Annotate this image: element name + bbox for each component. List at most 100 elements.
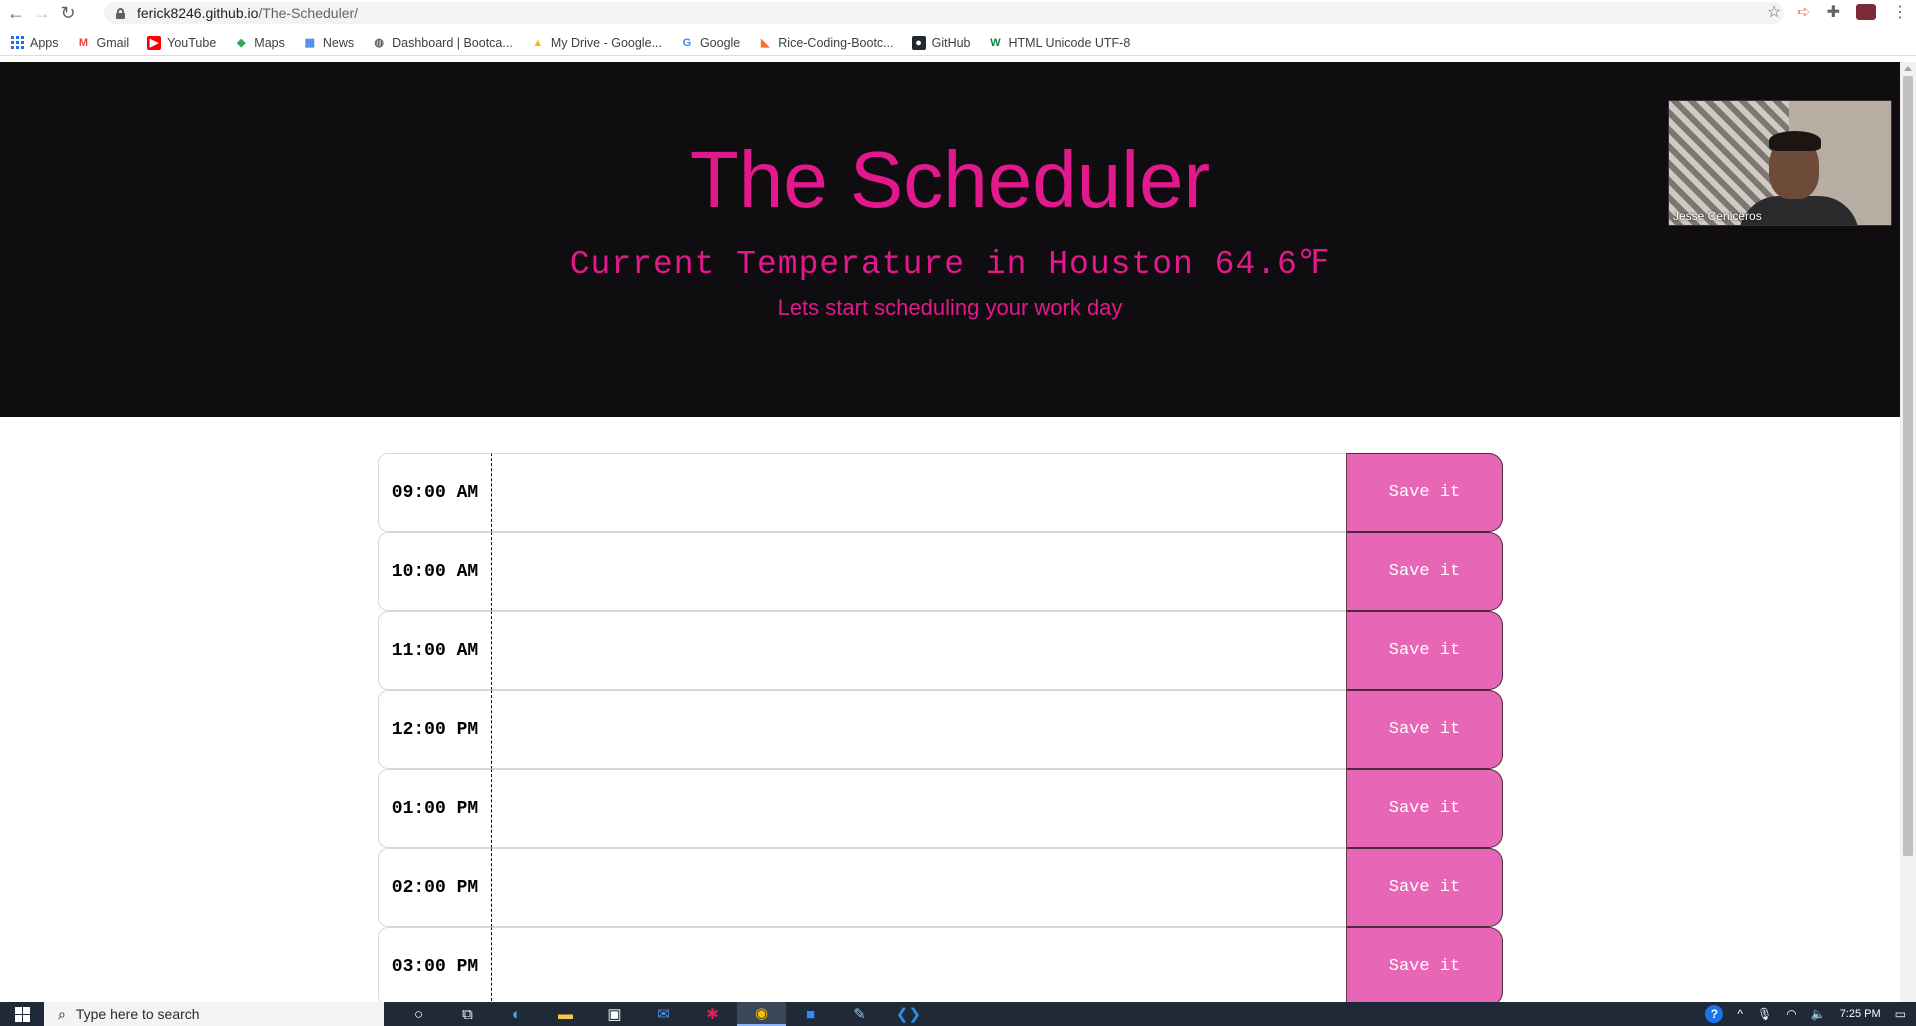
google-icon: G: [682, 36, 692, 49]
save-button[interactable]: Save it: [1346, 453, 1503, 532]
menu-kebab-icon[interactable]: ⋮: [1892, 2, 1908, 22]
slack-icon[interactable]: ✱: [688, 1002, 737, 1026]
store-icon[interactable]: ▣: [590, 1002, 639, 1026]
bookmark-label: YouTube: [167, 35, 217, 50]
time-block-row: 11:00 AM Save it: [378, 611, 1503, 690]
description-textarea[interactable]: [492, 611, 1346, 690]
temperature-readout: Current Temperature in Houston 64.6℉: [569, 246, 1331, 283]
description-textarea[interactable]: [492, 927, 1346, 1002]
volume-icon[interactable]: 🔈: [1811, 1007, 1826, 1021]
hour-label: 12:00 PM: [378, 690, 492, 769]
bookmark-label: Dashboard | Bootca...: [392, 35, 513, 50]
save-button[interactable]: Save it: [1346, 611, 1503, 690]
save-button[interactable]: Save it: [1346, 532, 1503, 611]
page-title: The Scheduler: [689, 135, 1211, 224]
description-textarea[interactable]: [492, 769, 1346, 848]
scroll-thumb[interactable]: [1903, 76, 1913, 856]
bookmark-html-unicode[interactable]: W HTML Unicode UTF-8: [989, 35, 1131, 50]
bookmark-label: HTML Unicode UTF-8: [1008, 35, 1131, 50]
reload-icon[interactable]: ↻: [58, 3, 78, 23]
lock-icon[interactable]: [116, 7, 125, 19]
back-icon[interactable]: ←: [6, 3, 26, 23]
cortana-icon[interactable]: ○: [394, 1002, 443, 1026]
time-block-row: 12:00 PM Save it: [378, 690, 1503, 769]
bookmark-rice-coding[interactable]: ◣ Rice-Coding-Bootc...: [758, 35, 894, 50]
bookmark-dashboard[interactable]: ◍ Dashboard | Bootca...: [372, 36, 513, 50]
description-textarea[interactable]: [492, 848, 1346, 927]
maps-icon: ◆: [237, 37, 246, 49]
bookmarks-bar: Apps M Gmail ▶ YouTube ◆ Maps ▦ News ◍ D…: [0, 30, 1916, 56]
system-tray: ? ^ 🎙 ◠ 🔈 7:25 PM ▭: [1705, 1002, 1916, 1026]
search-icon: ⌕: [58, 1005, 66, 1022]
page-viewport: The Scheduler Current Temperature in Hou…: [0, 62, 1900, 1002]
taskbar-search-box[interactable]: ⌕ Type here to search: [44, 1002, 384, 1026]
address-bar[interactable]: ferick8246.github.io/The-Scheduler/: [104, 2, 1784, 24]
hour-label: 02:00 PM: [378, 848, 492, 927]
video-call-thumbnail[interactable]: Jesse Ceniceros: [1668, 100, 1892, 226]
file-explorer-icon[interactable]: ▬: [541, 1002, 590, 1026]
youtube-icon: ▶: [147, 35, 162, 50]
start-button[interactable]: [0, 1002, 44, 1026]
description-textarea[interactable]: [492, 690, 1346, 769]
participant-name: Jesse Ceniceros: [1673, 209, 1762, 223]
bookmark-label: Apps: [30, 35, 59, 50]
bookmark-label: Rice-Coding-Bootc...: [778, 35, 894, 50]
bookmark-label: GitHub: [931, 35, 971, 50]
puzzle-extensions-icon[interactable]: ✚: [1827, 2, 1840, 22]
chrome-icon[interactable]: ◉: [737, 1002, 786, 1026]
save-button[interactable]: Save it: [1346, 690, 1503, 769]
taskbar-clock[interactable]: 7:25 PM: [1840, 1008, 1881, 1020]
save-button[interactable]: Save it: [1346, 927, 1503, 1002]
bookmark-apps[interactable]: Apps: [10, 36, 59, 50]
hour-label: 03:00 PM: [378, 927, 492, 1002]
extension-icon[interactable]: ➪: [1797, 2, 1810, 22]
github-icon: ●: [911, 35, 926, 50]
save-button[interactable]: Save it: [1346, 769, 1503, 848]
bookmark-github[interactable]: ● GitHub: [911, 35, 971, 50]
bookmark-gmail[interactable]: M Gmail: [77, 35, 130, 50]
apps-grid-icon: [10, 36, 24, 50]
globe-icon: ◍: [374, 37, 384, 49]
bookmark-google[interactable]: G Google: [680, 35, 741, 50]
vscode-icon[interactable]: ❮❯: [884, 1002, 933, 1026]
task-view-icon[interactable]: ⧉: [443, 1002, 492, 1026]
hour-label: 09:00 AM: [378, 453, 492, 532]
microphone-icon[interactable]: 🎙: [1757, 1007, 1772, 1021]
notepad-icon[interactable]: ✎: [835, 1002, 884, 1026]
bookmark-label: Google: [699, 35, 741, 50]
profile-avatar[interactable]: [1856, 4, 1876, 20]
description-textarea[interactable]: [492, 532, 1346, 611]
bookmark-my-drive[interactable]: ▲ My Drive - Google...: [531, 36, 662, 50]
url-host: ferick8246.github.io: [137, 5, 259, 21]
bookmark-maps[interactable]: ◆ Maps: [234, 36, 285, 50]
time-block-row: 02:00 PM Save it: [378, 848, 1503, 927]
bookmark-youtube[interactable]: ▶ YouTube: [147, 35, 217, 50]
notifications-icon[interactable]: ▭: [1895, 1007, 1906, 1021]
gmail-icon: M: [78, 36, 89, 49]
jumbotron-header: The Scheduler Current Temperature in Hou…: [0, 62, 1900, 417]
edge-browser-icon[interactable]: ◐: [492, 1002, 541, 1026]
save-button[interactable]: Save it: [1346, 848, 1503, 927]
forward-icon[interactable]: →: [32, 3, 52, 23]
scroll-up-arrow-icon[interactable]: [1904, 66, 1912, 71]
lead-text: Lets start scheduling your work day: [777, 295, 1123, 320]
w3-icon: W: [990, 36, 1001, 49]
drive-icon: ▲: [532, 36, 544, 49]
hour-label: 01:00 PM: [378, 769, 492, 848]
bookmark-label: My Drive - Google...: [550, 35, 662, 50]
url-path: /The-Scheduler/: [258, 5, 359, 21]
browser-toolbar: ← → ↻ ferick8246.github.io/The-Scheduler…: [0, 0, 1916, 26]
bookmark-star-icon[interactable]: ☆: [1767, 2, 1781, 22]
description-textarea[interactable]: [492, 453, 1346, 532]
mail-icon[interactable]: ✉: [639, 1002, 688, 1026]
bookmark-label: Gmail: [96, 35, 130, 50]
chevron-up-icon[interactable]: ^: [1737, 1007, 1743, 1021]
bookmark-news[interactable]: ▦ News: [303, 36, 354, 50]
vertical-scrollbar[interactable]: [1900, 62, 1916, 1002]
time-block-row: 03:00 PM Save it: [378, 927, 1503, 1002]
zoom-icon[interactable]: ■: [786, 1002, 835, 1026]
time-block-list: 09:00 AM Save it 10:00 AM Save it 11:00 …: [378, 453, 1503, 1002]
help-icon[interactable]: ?: [1705, 1005, 1724, 1023]
wifi-icon[interactable]: ◠: [1786, 1007, 1796, 1021]
hour-label: 10:00 AM: [378, 532, 492, 611]
